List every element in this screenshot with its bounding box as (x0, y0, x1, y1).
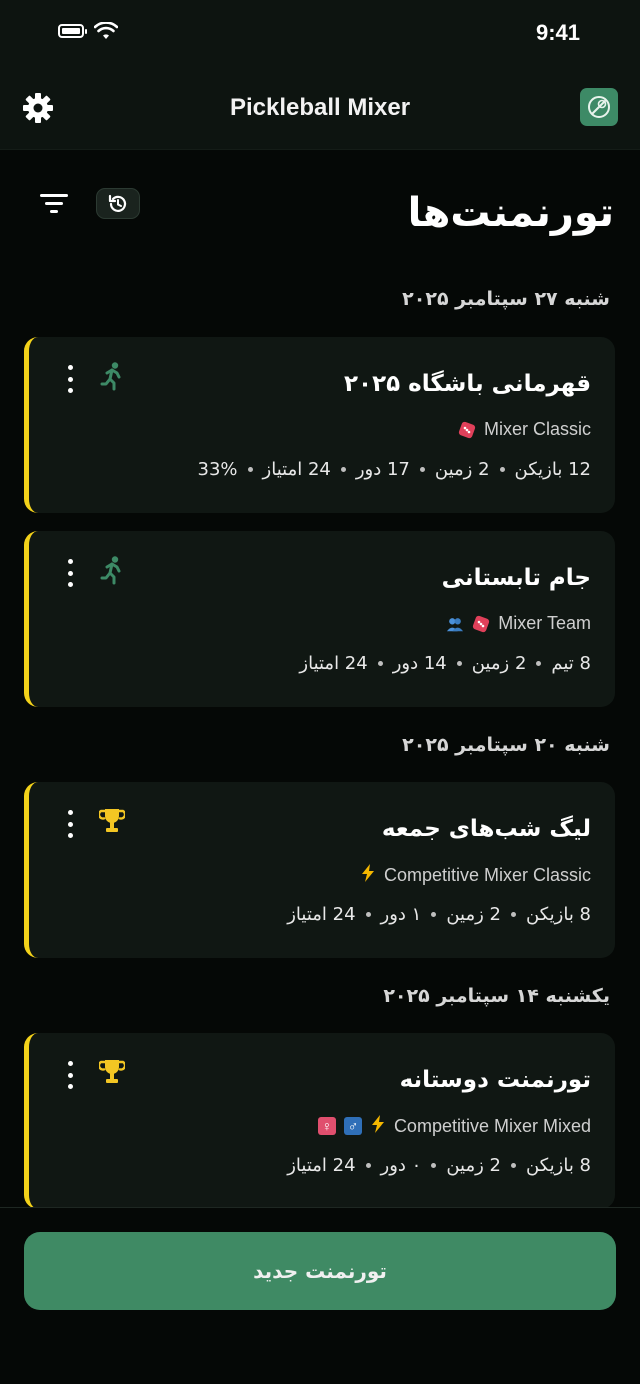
more-options-button[interactable] (63, 810, 77, 838)
status-time: 9:41 (535, 20, 580, 45)
team-icon (446, 615, 464, 633)
dice-icon (472, 615, 490, 633)
app-logo[interactable] (580, 88, 618, 126)
female-icon: ♀ (317, 1117, 336, 1135)
tournament-title: تورنمنت دوستانه (399, 1067, 591, 1093)
meta-points: 24 امتیاز (287, 1155, 356, 1176)
mode-label: Competitive Mixer Classic (383, 864, 591, 885)
date-header: شنبه ۲۰ سپتامبر ۲۰۲۵ (402, 734, 610, 756)
meta-courts: 2 زمین (446, 1155, 501, 1176)
tournament-mode: Mixer Team (446, 613, 591, 634)
mode-label: Competitive Mixer Mixed (393, 1115, 591, 1136)
meta-rounds: ۰ دور (380, 1155, 422, 1176)
filter-icon (40, 194, 68, 213)
tournament-card[interactable]: لیگ شب‌های جمعه Competitive Mixer Classi… (24, 782, 615, 958)
date-header: شنبه ۲۷ سپتامبر ۲۰۲۵ (402, 288, 610, 310)
more-options-button[interactable] (63, 1061, 77, 1089)
page-title: تورنمنت‌ها (407, 190, 614, 236)
tournament-title: جام تابستانی (441, 565, 591, 591)
meta-rounds: 14 دور (392, 653, 447, 674)
tournament-card[interactable]: تورنمنت دوستانه ♀ ♂ Competitive Mixer Mi… (24, 1033, 615, 1209)
meta-players: 8 بازیکن (525, 904, 591, 925)
date-header: یکشنبه ۱۴ سپتامبر ۲۰۲۵ (383, 985, 610, 1007)
bottom-bar: تورنمنت جدید (0, 1207, 640, 1384)
meta-points: 24 امتیاز (287, 904, 356, 925)
tournament-meta: 8 تیم 2 زمین 14 دور 24 امتیاز (299, 653, 591, 674)
more-options-button[interactable] (63, 365, 77, 393)
tournament-mode: Competitive Mixer Classic (360, 864, 591, 886)
history-button[interactable] (96, 188, 140, 219)
male-icon: ♂ (343, 1117, 362, 1135)
app-bar: Pickleball Mixer (0, 70, 640, 150)
meta-players: 8 بازیکن (525, 1155, 591, 1176)
history-icon (108, 194, 127, 212)
lightning-icon (360, 864, 376, 886)
dice-icon (458, 421, 476, 439)
lightning-icon (370, 1115, 386, 1137)
tournament-mode: Mixer Classic (458, 419, 591, 440)
new-tournament-button[interactable]: تورنمنت جدید (24, 1232, 616, 1310)
meta-courts: 2 زمین (434, 459, 490, 480)
pickleball-paddle-icon (588, 96, 610, 118)
tournament-meta: 8 بازیکن 2 زمین ۱ دور 24 امتیاز (287, 904, 591, 925)
meta-players: 12 بازیکن (514, 459, 591, 480)
meta-teams: 8 تیم (551, 653, 591, 674)
status-bar: 9:41 (0, 0, 640, 70)
tournament-meta: 12 بازیکن 2 زمین 17 دور 24 امتیاز 33% (198, 459, 591, 480)
trophy-icon (99, 1060, 125, 1083)
more-options-button[interactable] (63, 559, 77, 587)
filter-button[interactable] (36, 188, 72, 220)
meta-courts: 2 زمین (471, 653, 527, 674)
tournament-meta: 8 بازیکن 2 زمین ۰ دور 24 امتیاز (287, 1155, 591, 1176)
mode-label: Mixer Team (498, 613, 591, 633)
meta-points: 24 امتیاز (299, 653, 368, 674)
trophy-icon (99, 809, 125, 832)
app-title: Pickleball Mixer (229, 94, 411, 121)
running-person-icon (100, 556, 121, 585)
meta-rounds: ۱ دور (380, 904, 422, 925)
running-person-icon (100, 362, 121, 391)
meta-progress: 33% (197, 459, 238, 480)
wifi-icon (94, 22, 118, 39)
meta-rounds: 17 دور (355, 459, 410, 480)
tournament-card[interactable]: جام تابستانی Mixer Team 8 تیم 2 زمین 14 … (24, 531, 615, 707)
tournament-title: قهرمانی باشگاه ۲۰۲۵ (344, 371, 591, 397)
status-indicators (58, 22, 118, 40)
meta-courts: 2 زمین (446, 904, 501, 925)
tournament-card[interactable]: قهرمانی باشگاه ۲۰۲۵ Mixer Classic 12 باز… (24, 337, 615, 513)
tournament-title: لیگ شب‌های جمعه (381, 816, 591, 842)
tournament-mode: ♀ ♂ Competitive Mixer Mixed (317, 1115, 591, 1137)
mode-label: Mixer Classic (483, 419, 591, 439)
battery-icon (58, 24, 87, 38)
meta-points: 24 امتیاز (262, 459, 331, 480)
